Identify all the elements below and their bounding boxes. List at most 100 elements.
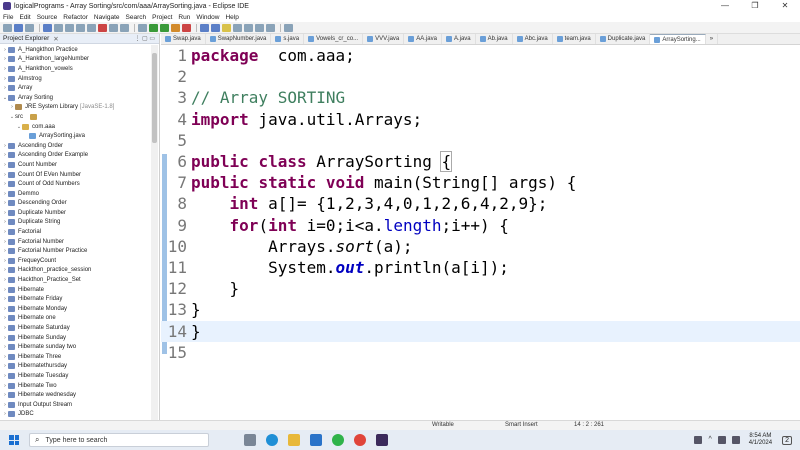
close-view-icon[interactable]: ✕ — [53, 35, 58, 43]
tree-item[interactable]: › Hibernate Sunday — [0, 333, 150, 343]
scrollbar-thumb[interactable] — [152, 53, 157, 143]
start-button[interactable] — [9, 435, 19, 445]
tree-item[interactable]: › Count of Odd Numbers — [0, 179, 150, 189]
editor-tab[interactable]: Abc.java — [513, 34, 553, 44]
code-line[interactable]: 1 package com.aaa; — [161, 45, 800, 66]
annotation-next-icon[interactable] — [244, 23, 253, 32]
keyboard-icon[interactable] — [694, 436, 703, 444]
tree-item[interactable]: › Ascending Order Example — [0, 151, 150, 161]
network-icon[interactable] — [717, 436, 726, 444]
tree-item[interactable]: › Descending Order — [0, 199, 150, 209]
menu-help[interactable]: Help — [225, 14, 238, 21]
search-icon[interactable] — [233, 23, 242, 32]
file-explorer-icon[interactable] — [288, 434, 300, 446]
more-tabs-button[interactable]: » — [706, 34, 719, 44]
menu-project[interactable]: Project — [152, 14, 172, 21]
perspective-icon[interactable] — [284, 23, 293, 32]
tree-item[interactable]: › Hibernate one — [0, 314, 150, 324]
editor-tab[interactable]: Ab.java — [476, 34, 513, 44]
menu-navigate[interactable]: Navigate — [94, 14, 120, 21]
chrome-icon[interactable] — [354, 434, 366, 446]
tree-item[interactable]: › Hackthon_practice_session — [0, 266, 150, 276]
tree-item[interactable]: › FrequeyCount — [0, 256, 150, 266]
menu-window[interactable]: Window — [196, 14, 219, 21]
edge-icon[interactable] — [266, 434, 278, 446]
tree-item[interactable]: ⌄ src — [0, 112, 150, 122]
clock[interactable]: 8:54 AM 4/1/2024 — [749, 433, 772, 447]
tree-item[interactable]: › Count Of EVen Number — [0, 170, 150, 180]
code-line[interactable]: 3// Array SORTING — [161, 87, 800, 108]
code-line[interactable]: 13} — [161, 299, 800, 320]
run-icon[interactable] — [160, 23, 169, 32]
code-line[interactable]: 11 System.out.println(a[i]); — [161, 257, 800, 278]
tree-item[interactable]: › Hibernate Three — [0, 352, 150, 362]
tree-item[interactable]: › Factorial — [0, 227, 150, 237]
step-into-icon[interactable] — [109, 23, 118, 32]
taskbar-search-box[interactable]: ⌕ Type here to search — [29, 433, 209, 447]
new-icon[interactable] — [3, 23, 12, 32]
editor-tab[interactable]: A.java — [442, 34, 476, 44]
code-line[interactable]: 14} — [161, 320, 800, 342]
minimize-button[interactable]: — — [710, 0, 740, 12]
code-line[interactable]: 7 public static void main(String[] args) … — [161, 172, 800, 193]
tree-item[interactable]: › Input Output Stream — [0, 400, 150, 410]
code-line[interactable]: 2 — [161, 66, 800, 87]
code-line[interactable]: 9 for(int i=0;i<a.length;i++) { — [161, 215, 800, 236]
editor-tab[interactable]: Duplicate.java — [596, 34, 651, 44]
tree-item[interactable]: › Factorial Number Practice — [0, 246, 150, 256]
code-area[interactable]: 1 package com.aaa; 2 3// Array SORTING 4 impo… — [161, 45, 800, 420]
back-icon[interactable] — [255, 23, 264, 32]
eclipse-taskbar-icon[interactable] — [376, 434, 388, 446]
tree-item[interactable]: › Factorial Number — [0, 237, 150, 247]
skip-breakpoints-icon[interactable] — [65, 23, 74, 32]
menu-search[interactable]: Search — [126, 14, 147, 21]
new-java-project-icon[interactable] — [200, 23, 209, 32]
tree-item[interactable]: › Hibernate sunday two — [0, 342, 150, 352]
tree-item[interactable]: › JRE System Library [JavaSE-1.8] — [0, 103, 150, 113]
tree-item[interactable]: › Demmo — [0, 189, 150, 199]
tree-item[interactable]: › Almstrog — [0, 74, 150, 84]
tree-item[interactable]: › Hibernate — [0, 285, 150, 295]
tree-item[interactable]: › Hibernate wednesday — [0, 390, 150, 400]
tree-item[interactable]: › Duplicate String — [0, 218, 150, 228]
editor-tab[interactable]: Swap.java — [161, 34, 206, 44]
menu-source[interactable]: Source — [37, 14, 58, 21]
code-line[interactable]: 8 int a[]= {1,2,3,4,0,1,2,6,4,2,9}; — [161, 193, 800, 214]
editor-tab[interactable]: s.java — [271, 34, 305, 44]
tree-item[interactable]: › Ascending Order — [0, 141, 150, 151]
tree-item[interactable]: › Hibernate Monday — [0, 304, 150, 314]
maximize-button[interactable]: ❐ — [740, 0, 770, 12]
mail-icon[interactable] — [310, 434, 322, 446]
editor-tab[interactable]: AA.java — [404, 34, 442, 44]
editor-tab[interactable]: Vowels_cr_co... — [304, 34, 364, 44]
debug-icon[interactable] — [149, 23, 158, 32]
close-button[interactable]: ✕ — [770, 0, 800, 12]
open-type-icon[interactable] — [138, 23, 147, 32]
editor-tab[interactable]: team.java — [553, 34, 596, 44]
save-icon[interactable] — [14, 23, 23, 32]
tree-item[interactable]: › Hibernate Tuesday — [0, 371, 150, 381]
new-package-icon[interactable] — [211, 23, 220, 32]
code-line[interactable]: 12 } — [161, 278, 800, 299]
tree-item[interactable]: › Array — [0, 83, 150, 93]
tree-item[interactable]: › Hackthon_Practice_Set — [0, 275, 150, 285]
terminate-icon[interactable] — [98, 23, 107, 32]
tree-item[interactable]: › A_Hangkthon Practice — [0, 45, 150, 55]
code-line[interactable]: 10 Arrays.sort(a); — [161, 236, 800, 257]
menu-file[interactable]: File — [3, 14, 13, 21]
forward-icon[interactable] — [266, 23, 275, 32]
editor-tab[interactable]: SwapNumber.java — [206, 34, 272, 44]
editor-tab[interactable]: VVV.java — [363, 34, 405, 44]
tree-item[interactable]: ⌄ Array Sorting — [0, 93, 150, 103]
tree-item[interactable]: › JDBC — [0, 410, 150, 420]
tree-item[interactable]: ⌄ com.aaa — [0, 122, 150, 132]
tree-item[interactable]: › A_Hankthon_largeNumber — [0, 55, 150, 65]
suspend-icon[interactable] — [87, 23, 96, 32]
tree-item[interactable]: › Hibernate Friday — [0, 294, 150, 304]
menu-run[interactable]: Run — [178, 14, 190, 21]
whatsapp-icon[interactable] — [332, 434, 344, 446]
tree-item[interactable]: › Hibernate Saturday — [0, 323, 150, 333]
tree-item[interactable]: › Count Number — [0, 160, 150, 170]
task-icon[interactable] — [54, 23, 63, 32]
menu-refactor[interactable]: Refactor — [63, 14, 88, 21]
